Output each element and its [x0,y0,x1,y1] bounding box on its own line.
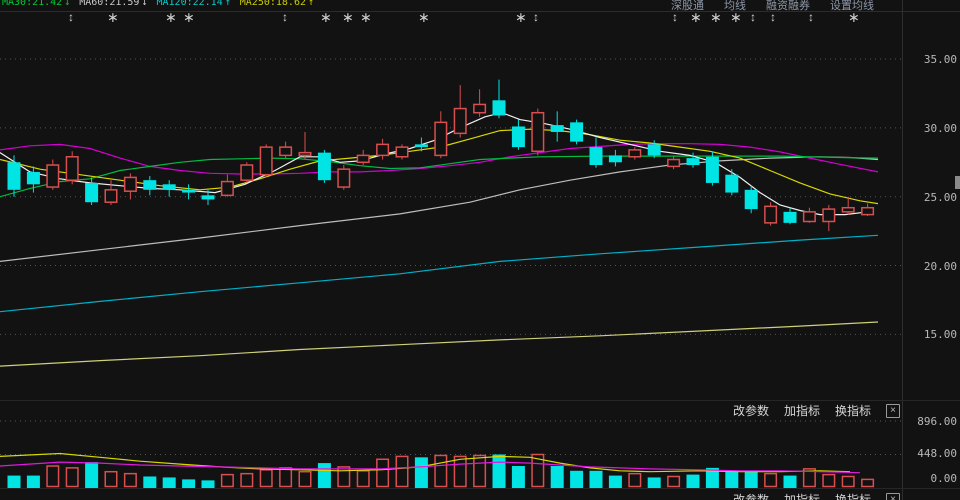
menu-item-ma[interactable]: 均线 [724,0,746,11]
volume-axis-label: 896.00 [917,415,957,428]
close-icon: × [890,404,896,416]
trend-up-icon: ↑ [308,0,315,8]
trend-down-icon: ↓ [141,0,148,8]
close-indicator-button[interactable]: × [886,403,900,418]
event-star-icon[interactable]: ∗ [165,10,177,24]
axis-scroll-thumb[interactable] [955,176,960,189]
chart-top-menu: 深股通 均线 融资融券 设置均线 [671,0,874,11]
event-star-icon[interactable]: ∗ [360,10,372,24]
switch-indicator-button[interactable]: 换指标 [835,402,871,419]
volume-axis-label: 448.00 [917,447,957,460]
event-star-icon[interactable]: ∗ [342,10,354,24]
close-icon: × [890,493,896,500]
panel-separator-line [0,400,960,401]
ma60-label: MA60:21.59 ↓ [79,0,147,8]
close-indicator-button[interactable]: × [886,492,900,500]
event-arrow-icon[interactable]: ↕ [808,11,814,24]
stock-kline-window: ↕ ∗ ∗ ∗ ↕ ∗ ∗ ∗ ∗ ∗ ↕ ↕ ∗ ∗ ∗ ↕ ↕ ↕ ∗ MA30:21.42 ↓ MA60:21.… [0,0,960,500]
event-star-icon[interactable]: ∗ [515,10,527,24]
event-star-icon[interactable]: ∗ [730,10,742,24]
ma250-label: MA250:18.62 ↑ [240,0,314,8]
event-star-icon[interactable]: ∗ [418,10,430,24]
event-star-icon[interactable]: ∗ [107,10,119,24]
event-arrow-icon[interactable]: ↕ [68,11,74,24]
menu-item-hk-connect[interactable]: 深股通 [671,0,704,11]
axis-separator-line [902,0,903,500]
panel-separator-line [0,488,960,489]
price-axis-label: 20.00 [923,260,957,273]
edit-params-button[interactable]: 改参数 [733,402,769,419]
indicator-header: MA30:21.42 ↓ MA60:21.59 ↓ MA120:22.14 ↑ MA2… [0,0,960,12]
price-axis-label: 35.00 [923,53,957,66]
menu-item-ma-settings[interactable]: 设置均线 [830,0,874,11]
event-arrow-icon[interactable]: ↕ [750,11,756,24]
ma-value-labels: MA30:21.42 ↓ MA60:21.59 ↓ MA120:22.14 ↑ MA2… [2,0,314,8]
price-axis-label: 15.00 [923,328,957,341]
event-star-icon[interactable]: ∗ [848,10,860,24]
volume-pane-toolbar: 改参数 加指标 换指标 × [733,402,900,419]
candlestick-volume-chart [0,58,902,488]
next-pane-toolbar: 改参数 加指标 换指标 × [733,491,900,500]
trend-down-icon: ↓ [64,0,71,8]
menu-item-margin-trading[interactable]: 融资融券 [766,0,810,11]
ma120-label: MA120:22.14 ↑ [157,0,231,8]
event-star-icon[interactable]: ∗ [320,10,332,24]
event-arrow-icon[interactable]: ↕ [533,11,539,24]
add-indicator-button[interactable]: 加指标 [784,402,820,419]
event-star-icon[interactable]: ∗ [690,10,702,24]
event-marker-row: ↕ ∗ ∗ ∗ ↕ ∗ ∗ ∗ ∗ ∗ ↕ ↕ ∗ ∗ ∗ ↕ ↕ ↕ ∗ [0,10,902,24]
event-arrow-icon[interactable]: ↕ [672,11,678,24]
event-arrow-icon[interactable]: ↕ [282,11,288,24]
trend-up-icon: ↑ [224,0,231,8]
event-star-icon[interactable]: ∗ [710,10,722,24]
volume-axis-label: 0.00 [930,472,958,485]
ma30-label: MA30:21.42 ↓ [2,0,70,8]
switch-indicator-button[interactable]: 换指标 [835,491,871,500]
edit-params-button[interactable]: 改参数 [733,491,769,500]
add-indicator-button[interactable]: 加指标 [784,491,820,500]
price-axis-label: 30.00 [923,122,957,135]
event-arrow-icon[interactable]: ↕ [770,11,776,24]
price-axis-label: 25.00 [923,191,957,204]
event-star-icon[interactable]: ∗ [183,10,195,24]
